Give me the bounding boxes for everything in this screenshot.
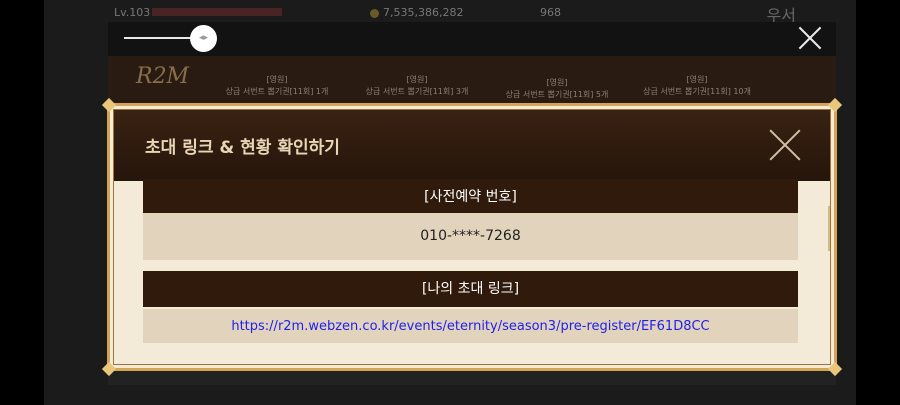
modal-scrollbar[interactable] [828,206,831,251]
reward-desc: 상급 서번트 뽑기권[11회] 1개 [225,87,329,96]
coin-icon [370,8,379,18]
reward-tag: [영원] [546,78,568,87]
webview-top-bar [108,22,836,56]
invite-link[interactable]: https://r2m.webzen.co.kr/events/eternity… [231,319,709,334]
reward-desc: 상급 서번트 뽑기권[11회] 10개 [643,87,751,96]
invite-link-header: [나의 초대 링크] [143,271,798,307]
hud-gems: 968 [540,6,561,19]
reward-tag: [영원] [686,75,708,84]
reward-item: [영원] 상급 서번트 뽑기권[11회] 3개 [342,74,492,98]
hud-coins: 7,535,386,282 [370,6,463,19]
reward-desc: 상급 서번트 뽑기권[11회] 3개 [365,87,469,96]
reward-desc: 상급 서번트 뽑기권[11회] 5개 [505,90,609,99]
registration-number-value: 010-****-7268 [143,213,798,260]
hud-coins-value: 7,535,386,282 [383,6,464,19]
reward-banner: R2M [영원] 상급 서번트 뽑기권[11회] 1개 [영원] 상급 서번트 … [108,56,836,106]
top-hud: Lv.103 7,535,386,282 968 우서 [108,0,836,25]
reward-tag: [영원] [266,75,288,84]
slider-thumb[interactable]: ◂▸ [190,25,217,52]
invite-link-box: https://r2m.webzen.co.kr/events/eternity… [143,309,798,343]
r2m-logo: R2M [136,64,190,89]
reward-item: [영원] 상급 서번트 뽑기권[11회] 1개 [202,74,352,98]
registration-number-header: [사전예약 번호] [143,179,798,215]
right-screen-bar [856,0,900,405]
hud-level: Lv.103 [114,6,151,19]
modal-header: 초대 링크 & 현황 확인하기 [113,109,831,181]
hud-gems-value: 968 [540,6,561,19]
hud-hp-bar [152,8,282,16]
reward-item: [영원] 상급 서번트 뽑기권[11회] 10개 [622,74,772,98]
modal-close-button[interactable] [769,129,801,161]
close-webview-button[interactable] [796,24,824,52]
reward-item: [영원] 상급 서번트 뽑기권[11회] 5개 [482,77,632,101]
left-screen-bar [0,0,44,405]
modal-title: 초대 링크 & 현황 확인하기 [145,138,340,158]
reward-tag: [영원] [406,75,428,84]
invite-modal: 초대 링크 & 현황 확인하기 [사전예약 번호] 010-****-7268 … [101,97,843,377]
